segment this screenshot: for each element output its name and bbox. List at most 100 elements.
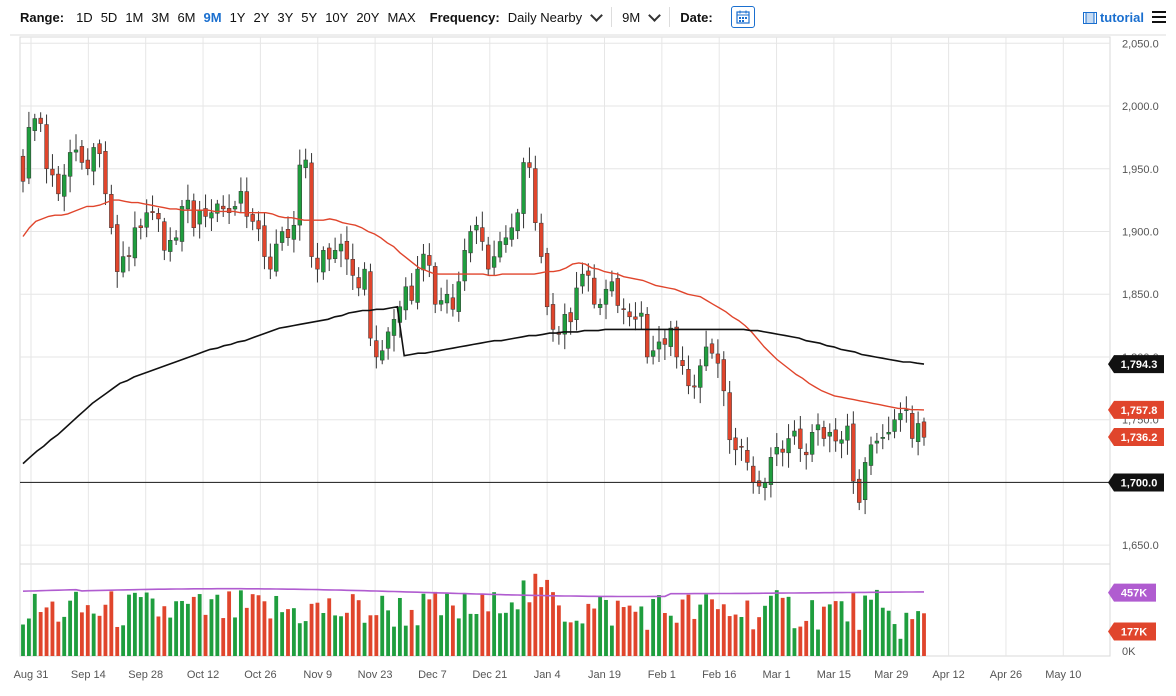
candle xyxy=(815,413,821,446)
candle-body xyxy=(156,213,161,220)
volume-bar xyxy=(180,600,184,656)
volume-bar xyxy=(592,608,597,656)
volume-bar xyxy=(174,601,179,656)
candle xyxy=(733,427,738,466)
candle xyxy=(556,326,562,345)
candle-body xyxy=(427,255,432,266)
candle xyxy=(680,346,685,375)
volume-bar xyxy=(527,602,532,656)
price-badge-label: 1,757.8 xyxy=(1121,405,1158,417)
candle xyxy=(344,226,350,275)
volume-bar xyxy=(515,609,520,656)
candle xyxy=(421,243,426,282)
volume-bars xyxy=(21,573,926,656)
volume-bar xyxy=(362,622,367,656)
volume-bar xyxy=(50,601,55,656)
volume-bar xyxy=(639,606,644,656)
volume-bar xyxy=(839,601,844,656)
volume-bar xyxy=(498,613,502,656)
candle-body xyxy=(568,312,573,323)
time-tick-label: Aug 31 xyxy=(14,669,49,681)
time-axis: Aug 31 Sep 14 Sep 28 Oct 12 Oct 26 Nov 9 Nov 2… xyxy=(14,669,1082,681)
candle-body xyxy=(150,211,155,213)
candle-body xyxy=(574,287,579,320)
price-chart[interactable]: 2,050.02,000.01,950.01,900.01,850.01,800… xyxy=(0,0,1176,696)
time-tick-label: Sep 28 xyxy=(128,669,163,681)
volume-bar xyxy=(433,591,438,656)
candle xyxy=(698,359,703,404)
candle-body xyxy=(851,423,856,482)
candle-body xyxy=(480,227,485,242)
candle xyxy=(621,298,626,325)
candle xyxy=(132,211,138,267)
candle-body xyxy=(415,268,420,303)
candle xyxy=(491,240,497,276)
candle-body xyxy=(20,155,26,182)
candle xyxy=(639,301,644,330)
candle xyxy=(179,200,185,252)
candle-body xyxy=(262,225,267,257)
time-tick-label: Jan 4 xyxy=(534,669,561,681)
volume-bar xyxy=(26,618,31,656)
volume-bar xyxy=(115,626,120,656)
candle-body xyxy=(291,224,297,240)
candle-body xyxy=(173,237,179,241)
candle-body xyxy=(910,413,915,439)
candle-body xyxy=(97,143,102,154)
volume-bar xyxy=(503,612,508,656)
price-panel-frame xyxy=(19,36,1111,565)
candle xyxy=(574,271,579,331)
candle xyxy=(274,229,279,277)
candle-body xyxy=(827,432,832,437)
candle xyxy=(521,157,526,229)
volume-bar xyxy=(869,599,873,656)
volume-bar xyxy=(62,616,67,656)
candle xyxy=(238,177,244,213)
candle xyxy=(338,233,344,268)
candle-body xyxy=(380,350,385,361)
candle xyxy=(244,177,249,229)
candle-body xyxy=(456,281,461,312)
candle xyxy=(921,417,927,446)
candle-body xyxy=(821,427,827,439)
volume-bar xyxy=(539,587,544,656)
volume-bar xyxy=(197,594,202,656)
price-tick-label: 2,000.0 xyxy=(1122,101,1159,113)
volume-bar xyxy=(185,603,190,656)
candle-body xyxy=(709,343,715,354)
candle-body xyxy=(250,214,255,222)
candle xyxy=(156,208,161,232)
candle xyxy=(910,405,915,448)
volume-bar xyxy=(727,616,732,656)
candle-body xyxy=(904,409,909,411)
volume-bar xyxy=(144,592,149,656)
candle-body xyxy=(550,304,556,330)
volume-bar xyxy=(156,616,161,656)
volume-bar xyxy=(280,612,285,656)
candle-body xyxy=(509,227,514,240)
candle-body xyxy=(486,244,491,270)
candle xyxy=(609,270,615,297)
candle-body xyxy=(209,212,214,219)
candle xyxy=(768,447,774,498)
volume-bar xyxy=(203,614,208,656)
candle xyxy=(91,143,96,186)
time-tick-label: Feb 16 xyxy=(702,669,736,681)
candle-body xyxy=(527,162,532,168)
candle xyxy=(56,165,61,201)
candle-body xyxy=(56,173,61,195)
candle-body xyxy=(786,438,791,454)
volume-bar xyxy=(686,594,691,656)
candle-body xyxy=(62,174,67,197)
candle xyxy=(627,303,632,327)
volume-bar xyxy=(21,624,25,656)
volume-bar xyxy=(91,613,96,656)
volume-bar xyxy=(892,624,897,656)
volume-bar xyxy=(757,617,762,656)
candle xyxy=(20,149,26,193)
candle xyxy=(580,262,585,294)
volume-bar xyxy=(38,612,43,656)
candle-body xyxy=(185,199,191,210)
candle xyxy=(403,277,408,320)
candle-body xyxy=(321,250,326,273)
